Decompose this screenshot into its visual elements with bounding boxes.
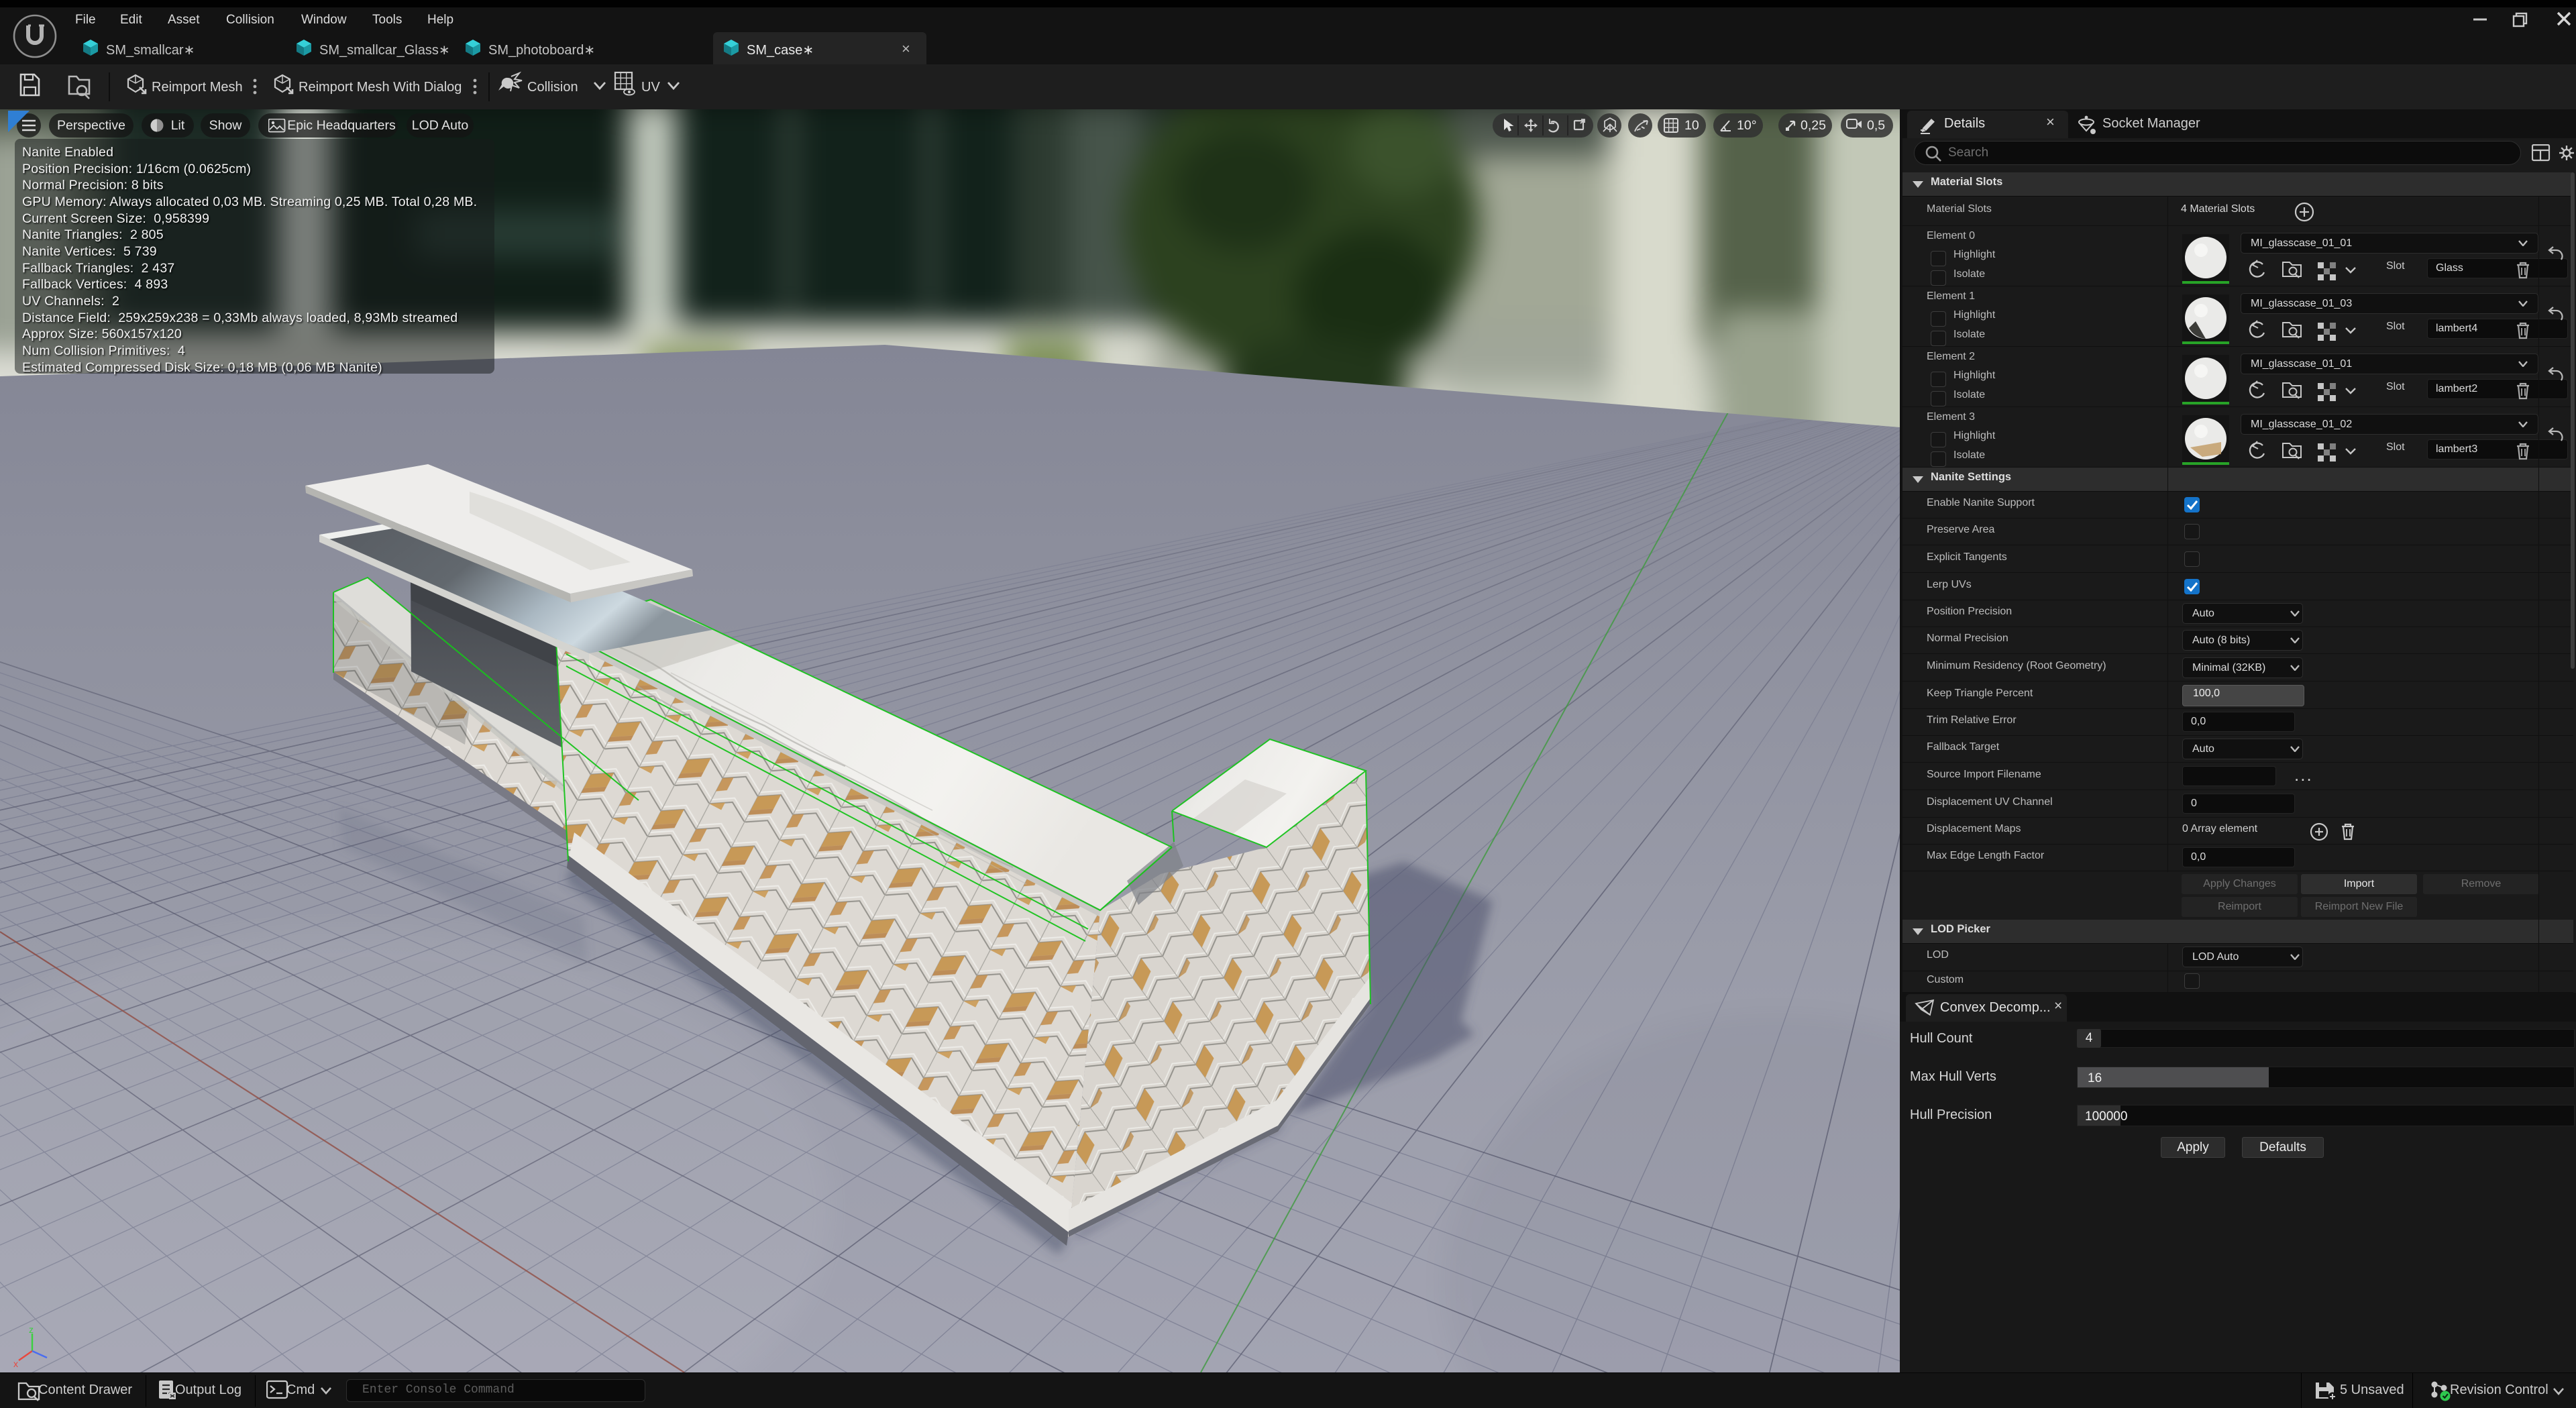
svg-text:Reimport Mesh: Reimport Mesh — [152, 80, 243, 95]
svg-text:Collision: Collision — [527, 80, 578, 95]
svg-text:UV: UV — [641, 80, 660, 95]
svg-text:x: x — [13, 1358, 18, 1368]
svg-text:z: z — [29, 1327, 34, 1335]
svg-text:Reimport Mesh With Dialog: Reimport Mesh With Dialog — [299, 80, 462, 95]
